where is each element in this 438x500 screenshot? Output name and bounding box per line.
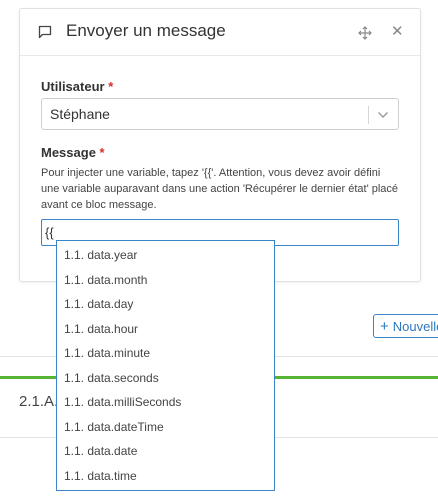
autocomplete-item[interactable]: 1.1. data.time <box>64 469 137 483</box>
move-icon[interactable] <box>358 26 372 40</box>
chevron-down-icon[interactable] <box>376 108 390 122</box>
message-square-icon <box>38 25 52 39</box>
user-label: Utilisateur * <box>41 79 114 94</box>
autocomplete-item[interactable]: 1.1. data.milliSeconds <box>64 395 181 409</box>
autocomplete-item[interactable]: 1.1. data.date <box>64 444 137 458</box>
new-button-label: Nouvelle <box>392 319 438 334</box>
autocomplete-item[interactable]: 1.1. data.dateTime <box>64 420 164 434</box>
user-select-value: Stéphane <box>50 106 110 122</box>
autocomplete-item[interactable]: 1.1. data.seconds <box>64 371 159 385</box>
modal-title: Envoyer un message <box>66 21 226 40</box>
variable-autocomplete: 1.1. data.year 1.1. data.month 1.1. data… <box>56 240 275 491</box>
message-input-value: {{ <box>45 225 54 240</box>
autocomplete-item[interactable]: 1.1. data.minute <box>64 346 150 360</box>
message-label: Message * <box>41 145 105 160</box>
autocomplete-item[interactable]: 1.1. data.year <box>64 248 137 262</box>
autocomplete-item[interactable]: 1.1. data.month <box>64 273 147 287</box>
message-hint: Pour injecter une variable, tapez '{{'. … <box>41 167 399 211</box>
select-separator <box>368 106 369 124</box>
close-icon[interactable]: ✕ <box>391 24 404 39</box>
new-button[interactable]: +Nouvelle <box>373 314 438 338</box>
required-mark: * <box>108 79 114 94</box>
plus-icon: + <box>380 318 389 335</box>
step-label: 2.1.A. <box>19 393 59 410</box>
user-select[interactable]: Stéphane <box>41 98 399 130</box>
autocomplete-item[interactable]: 1.1. data.hour <box>64 322 138 336</box>
modal-header: Envoyer un message ✕ <box>20 9 420 56</box>
autocomplete-item[interactable]: 1.1. data.day <box>64 297 133 311</box>
required-mark: * <box>99 145 105 160</box>
